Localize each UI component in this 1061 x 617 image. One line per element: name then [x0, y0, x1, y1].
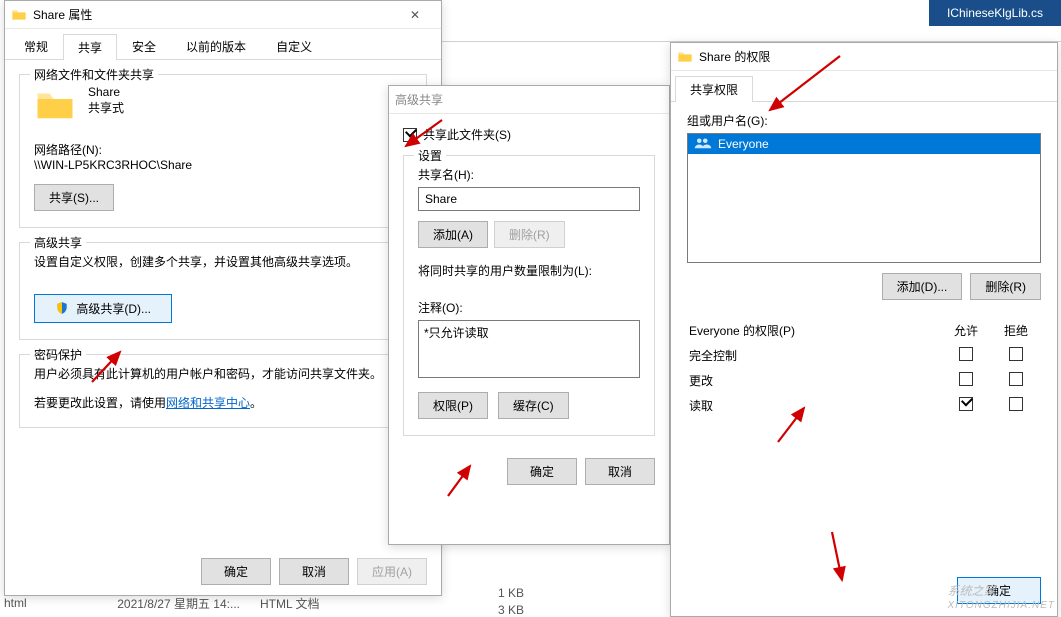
share-name: Share [88, 85, 124, 99]
password-line2: 若要更改此设置，请使用网络和共享中心。 [34, 394, 412, 411]
dialog-title: Share 属性 [33, 6, 395, 23]
group-legend: 密码保护 [30, 346, 86, 363]
tab-custom[interactable]: 自定义 [261, 33, 327, 59]
group-user-label: 组或用户名(G): [687, 112, 1041, 129]
password-line1: 用户必须具有此计算机的用户帐户和密码，才能访问共享文件夹。 [34, 365, 412, 382]
tab-previous-versions[interactable]: 以前的版本 [171, 33, 261, 59]
group-legend: 高级共享 [30, 234, 86, 251]
share-button[interactable]: 共享(S)... [34, 184, 114, 211]
permissions-table: Everyone 的权限(P) 允许 拒绝 完全控制 更改 读取 [687, 318, 1041, 418]
file-size-2: 3 KB [498, 603, 524, 617]
tabstrip: 常规 共享 安全 以前的版本 自定义 [5, 29, 441, 60]
network-share-group: 网络文件和文件夹共享 Share 共享式 网络路径(N): \\WIN-LP5K… [19, 74, 427, 228]
ok-button[interactable]: 确定 [201, 558, 271, 585]
permissions-button[interactable]: 权限(P) [418, 392, 488, 419]
perm-row-full: 完全控制 [687, 343, 1041, 368]
allow-header: 允许 [941, 318, 991, 343]
list-item-label: Everyone [718, 137, 769, 151]
allow-change-checkbox[interactable] [959, 372, 973, 386]
file-name: html [0, 596, 60, 610]
share-name-label: 共享名(H): [418, 166, 640, 183]
network-center-link[interactable]: 网络和共享中心 [166, 396, 250, 410]
allow-full-checkbox[interactable] [959, 347, 973, 361]
tab-security[interactable]: 安全 [117, 33, 171, 59]
file-size-1: 1 KB [498, 586, 524, 600]
settings-group: 设置 共享名(H): Share 添加(A) 删除(R) 将同时共享的用户数量限… [403, 155, 655, 436]
comment-textarea[interactable]: *只允许读取 [418, 320, 640, 378]
advanced-share-button-label: 高级共享(D)... [76, 302, 151, 316]
network-path-label: 网络路径(N): [34, 141, 412, 158]
user-limit-label: 将同时共享的用户数量限制为(L): [418, 262, 640, 279]
cancel-button[interactable]: 取消 [279, 558, 349, 585]
perm-row-change: 更改 [687, 368, 1041, 393]
tab-general[interactable]: 常规 [9, 33, 63, 59]
share-folder-checkbox[interactable]: 共享此文件夹(S) [403, 126, 655, 143]
dialog-title: 高级共享 [395, 91, 663, 108]
remove-button: 删除(R) [494, 221, 565, 248]
titlebar[interactable]: 高级共享 [389, 86, 669, 114]
dialog-title: Share 的权限 [699, 48, 1051, 65]
share-name-combo[interactable]: Share [418, 187, 640, 211]
ok-button[interactable]: 确定 [957, 577, 1041, 604]
password-group: 密码保护 用户必须具有此计算机的用户帐户和密码，才能访问共享文件夹。 若要更改此… [19, 354, 427, 428]
share-state: 共享式 [88, 99, 124, 116]
perm-header: Everyone 的权限(P) [687, 318, 941, 343]
file-type: HTML 文档 [260, 595, 320, 612]
deny-read-checkbox[interactable] [1009, 397, 1023, 411]
tabstrip: 共享权限 [671, 71, 1057, 102]
shield-icon [55, 301, 69, 315]
list-item-everyone[interactable]: Everyone [688, 134, 1040, 154]
titlebar[interactable]: Share 的权限 [671, 43, 1057, 71]
share-properties-dialog: Share 属性 ✕ 常规 共享 安全 以前的版本 自定义 网络文件和文件夹共享… [4, 0, 442, 596]
deny-header: 拒绝 [991, 318, 1041, 343]
cache-button[interactable]: 缓存(C) [498, 392, 569, 419]
remove-button[interactable]: 删除(R) [970, 273, 1041, 300]
comment-label: 注释(O): [418, 299, 640, 316]
tab-share[interactable]: 共享 [63, 34, 117, 60]
file-date: 2021/8/27 星期五 14:... [60, 595, 260, 612]
user-list[interactable]: Everyone [687, 133, 1041, 263]
add-button[interactable]: 添加(D)... [882, 273, 963, 300]
advanced-desc: 设置自定义权限，创建多个共享，并设置其他高级共享选项。 [34, 253, 412, 270]
advanced-share-button[interactable]: 高级共享(D)... [34, 294, 172, 323]
group-icon [694, 137, 712, 151]
perm-row-read: 读取 [687, 393, 1041, 418]
folder-icon [11, 7, 27, 23]
cancel-button[interactable]: 取消 [585, 458, 655, 485]
group-legend: 网络文件和文件夹共享 [30, 66, 158, 83]
tab-share-permissions[interactable]: 共享权限 [675, 76, 753, 102]
checkbox-icon [403, 128, 417, 142]
network-path: \\WIN-LP5KRC3RHOC\Share [34, 158, 412, 172]
ok-button[interactable]: 确定 [507, 458, 577, 485]
group-legend: 设置 [414, 147, 446, 164]
add-button[interactable]: 添加(A) [418, 221, 488, 248]
apply-button: 应用(A) [357, 558, 427, 585]
allow-read-checkbox[interactable] [959, 397, 973, 411]
deny-change-checkbox[interactable] [1009, 372, 1023, 386]
close-icon[interactable]: ✕ [395, 4, 435, 26]
permissions-dialog: Share 的权限 共享权限 组或用户名(G): Everyone 添加(D).… [670, 42, 1058, 617]
checkbox-label: 共享此文件夹(S) [423, 126, 511, 143]
titlebar[interactable]: Share 属性 ✕ [5, 1, 441, 29]
advanced-sharing-dialog: 高级共享 共享此文件夹(S) 设置 共享名(H): Share 添加(A) 删除… [388, 85, 670, 545]
deny-full-checkbox[interactable] [1009, 347, 1023, 361]
folder-icon [34, 85, 76, 127]
vs-tab[interactable]: IChineseKlgLib.cs [929, 0, 1061, 26]
folder-icon [677, 49, 693, 65]
advanced-share-group: 高级共享 设置自定义权限，创建多个共享，并设置其他高级共享选项。 高级共享(D)… [19, 242, 427, 340]
